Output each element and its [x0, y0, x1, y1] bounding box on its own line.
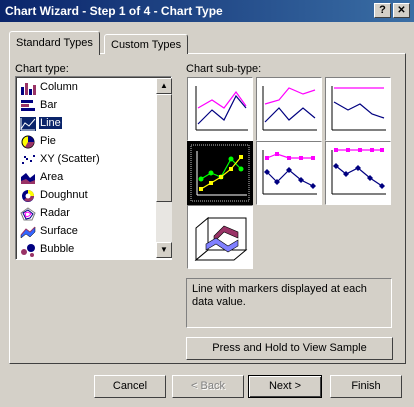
chart-type-item-label: Radar [40, 207, 70, 219]
tab-standard-types-label: Standard Types [16, 37, 93, 49]
finish-button[interactable]: Finish [330, 375, 402, 398]
column-chart-icon [20, 81, 36, 95]
scroll-thumb[interactable] [156, 94, 172, 202]
subtype-stacked-line-markers[interactable] [256, 141, 322, 205]
chart-type-item-doughnut[interactable]: Doughnut [18, 187, 154, 205]
subtype-line[interactable] [187, 77, 253, 141]
subtype-line-icon [195, 86, 248, 131]
subtype-stacked-line-markers-icon [262, 150, 317, 195]
chart-type-item-radar[interactable]: Radar [18, 205, 154, 223]
subtype-100-stacked-line-markers[interactable] [325, 141, 391, 205]
radar-chart-icon [20, 207, 36, 221]
view-sample-button-label: Press and Hold to View Sample [212, 342, 367, 354]
next-button-label: Next > [268, 380, 302, 392]
help-icon: ? [379, 4, 386, 16]
tab-custom-types-label: Custom Types [111, 39, 182, 51]
subtype-3d-line-icon [194, 216, 248, 262]
pie-chart-icon [20, 135, 36, 149]
subtype-description: Line with markers displayed at each data… [186, 278, 392, 328]
subtype-3d-line[interactable] [187, 205, 253, 269]
scroll-up-button[interactable]: ▲ [156, 78, 172, 94]
scroll-up-icon: ▲ [160, 81, 168, 90]
line-chart-icon [20, 117, 36, 131]
chart-type-item-label: Bubble [40, 243, 75, 255]
chart-type-list[interactable]: Column Bar Line Pie XY (Scatter) Area Doughnut… [15, 76, 172, 260]
doughnut-chart-icon [20, 189, 36, 203]
chart-type-item-label: Column [40, 81, 78, 93]
view-sample-button[interactable]: Press and Hold to View Sample [186, 337, 393, 360]
subtype-line-with-markers[interactable] [187, 141, 253, 205]
subtype-100-stacked-line-markers-icon [331, 148, 386, 195]
chart-type-item-label: Area [40, 171, 64, 183]
tab-custom-types[interactable]: Custom Types [104, 34, 189, 54]
chart-type-scrollbar[interactable]: ▲ ▼ [156, 78, 172, 258]
surface-chart-icon [20, 225, 36, 239]
scroll-down-button[interactable]: ▼ [156, 242, 172, 258]
window-title: Chart Wizard - Step 1 of 4 - Chart Type [5, 4, 223, 18]
chart-type-item-label: Line [39, 117, 62, 129]
chart-type-item-label: Pie [40, 135, 56, 147]
chart-type-item-bubble[interactable]: Bubble [18, 241, 154, 259]
help-button[interactable]: ? [374, 3, 391, 18]
chart-type-item-surface[interactable]: Surface [18, 223, 154, 241]
close-button[interactable]: ✕ [393, 3, 410, 18]
area-chart-icon [20, 171, 36, 185]
chart-type-item-label: Bar [40, 99, 58, 111]
subtype-stacked-line[interactable] [256, 77, 322, 141]
back-button-label: < Back [191, 380, 225, 392]
chart-type-item-bar[interactable]: Bar [18, 97, 154, 115]
cancel-button[interactable]: Cancel [94, 375, 166, 398]
back-button[interactable]: < Back [172, 375, 244, 398]
tab-standard-types[interactable]: Standard Types [9, 31, 100, 55]
next-button[interactable]: Next > [248, 375, 322, 398]
chart-type-item-pie[interactable]: Pie [18, 133, 154, 151]
subtype-stacked-line-icon [262, 86, 317, 131]
chart-type-item-xy-scatter[interactable]: XY (Scatter) [18, 151, 154, 169]
chart-subtype-label: Chart sub-type: [186, 63, 262, 75]
subtype-line-with-markers-icon [190, 144, 250, 202]
chart-type-item-label: Surface [40, 225, 78, 237]
bubble-chart-icon [20, 243, 36, 257]
chart-type-item-label: XY (Scatter) [40, 153, 100, 165]
scatter-chart-icon [20, 153, 36, 167]
chart-type-item-label: Doughnut [40, 189, 88, 201]
chart-type-item-line[interactable]: Line [18, 115, 154, 133]
scroll-down-icon: ▼ [160, 245, 168, 254]
cancel-button-label: Cancel [112, 380, 148, 392]
subtype-100-stacked-line[interactable] [325, 77, 391, 141]
chart-type-item-area[interactable]: Area [18, 169, 154, 187]
subtype-100-stacked-line-icon [331, 86, 386, 131]
finish-button-label: Finish [351, 380, 381, 392]
bar-chart-icon [20, 99, 36, 113]
chart-type-label: Chart type: [15, 63, 69, 75]
close-icon: ✕ [397, 5, 406, 16]
chart-type-item-column[interactable]: Column [18, 79, 154, 97]
